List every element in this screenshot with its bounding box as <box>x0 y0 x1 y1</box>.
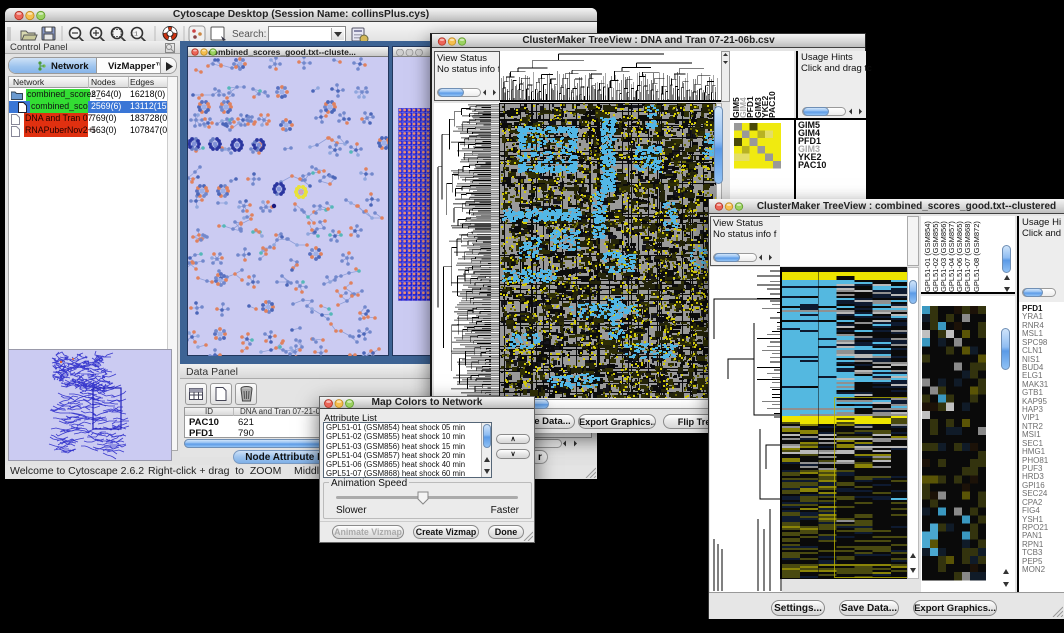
svg-text:1:1: 1:1 <box>130 32 138 38</box>
